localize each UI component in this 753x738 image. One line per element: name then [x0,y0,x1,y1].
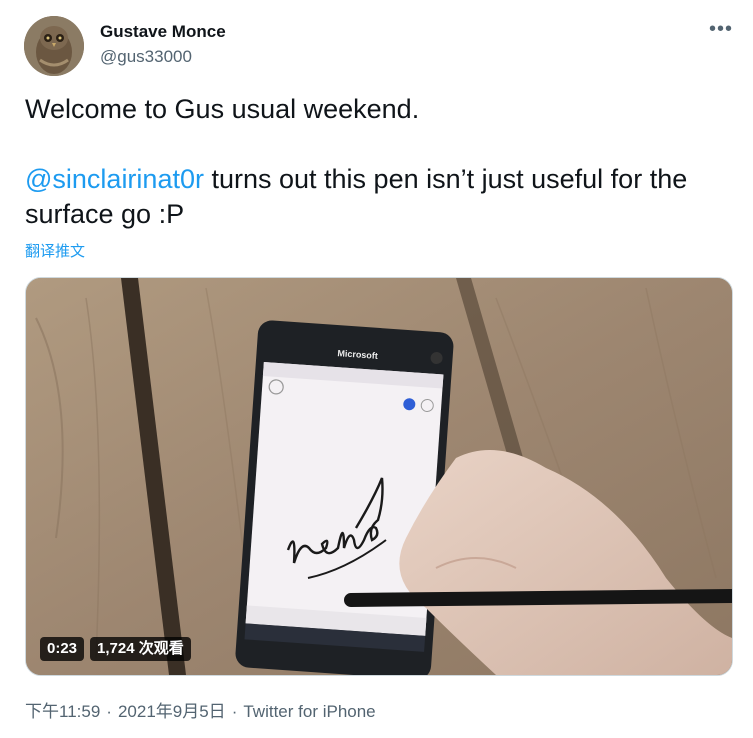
view-count: 1,724 次观看 [90,637,191,661]
separator: · [106,702,112,721]
video-player[interactable]: Microsoft 0:23 1,724 次观看 [25,277,733,676]
tweet-time[interactable]: 下午11:59 [25,702,100,721]
author-handle[interactable]: @gus33000 [100,47,192,67]
separator: · [231,702,238,721]
video-duration: 0:23 [40,637,85,661]
author-name[interactable]: Gustave Monce [100,22,226,42]
tweet-metadata: 下午11:59 · 2021年9月5日 · Twitter for iPhone [25,697,376,722]
tweet-source[interactable]: Twitter for iPhone [243,702,375,721]
mention-link[interactable]: @sinclairinat0r [25,164,204,194]
tweet-date[interactable]: 2021年9月5日 [118,702,226,721]
avatar[interactable] [24,16,84,76]
tweet-line-1: Welcome to Gus usual weekend. [25,94,420,124]
tweet-text: Welcome to Gus usual weekend. @sinclairi… [25,92,725,232]
translate-tweet-link[interactable]: 翻译推文 [25,240,85,261]
owl-avatar-image [24,16,84,76]
video-frame: Microsoft [26,278,732,675]
more-horizontal-icon[interactable]: ••• [709,19,732,44]
tweet-line-2: @sinclairinat0r turns out this pen isn’t… [25,162,725,232]
